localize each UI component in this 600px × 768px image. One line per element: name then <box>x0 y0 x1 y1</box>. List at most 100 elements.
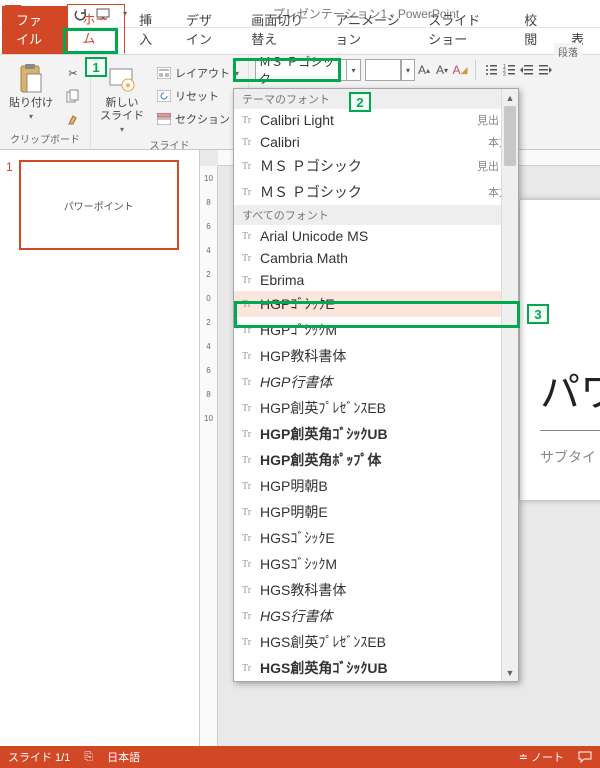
tab-review[interactable]: 校閲 <box>510 6 557 54</box>
tab-transition[interactable]: 画面切り替え <box>237 6 321 54</box>
truetype-icon: Tr <box>242 137 260 148</box>
slide-canvas[interactable]: パワー サブタイ <box>520 200 600 500</box>
paste-label: 貼り付け <box>9 97 53 110</box>
truetype-icon: Tr <box>242 507 260 518</box>
callout-3: 3 <box>527 304 549 324</box>
cut-button[interactable]: ✂ <box>62 63 84 83</box>
ruler-vertical: 1086420246810 <box>200 166 218 746</box>
font-option[interactable]: TrHGPｺﾞｼｯｸM <box>234 317 518 343</box>
truetype-icon: Tr <box>242 275 260 286</box>
font-option[interactable]: TrHGS教科書体 <box>234 577 518 603</box>
thumbnail-pane[interactable]: 1 パワーポイント <box>0 150 200 746</box>
font-option[interactable]: TrCalibri本文 <box>234 131 518 153</box>
tab-file[interactable]: ファイル <box>2 6 67 54</box>
truetype-icon: Tr <box>242 455 260 466</box>
status-slide[interactable]: スライド 1/1 <box>8 749 70 765</box>
bullets-button[interactable] <box>482 59 500 81</box>
section-button[interactable]: セクション▾ <box>153 109 242 129</box>
reset-button[interactable]: リセット <box>153 86 242 106</box>
decrease-indent-button[interactable] <box>518 59 536 81</box>
font-option[interactable]: TrHGP明朝E <box>234 499 518 525</box>
font-size-input[interactable] <box>365 59 401 81</box>
font-option[interactable]: TrHGP行書体 <box>234 369 518 395</box>
subtitle-placeholder[interactable]: サブタイ <box>520 431 600 467</box>
slide-thumbnail[interactable]: 1 パワーポイント <box>6 160 193 250</box>
callout-2: 2 <box>349 92 371 112</box>
truetype-icon: Tr <box>242 611 260 622</box>
font-option[interactable]: TrCambria Math <box>234 247 518 269</box>
grow-font-button[interactable]: A▴ <box>415 59 433 81</box>
truetype-icon: Tr <box>242 533 260 544</box>
truetype-icon: Tr <box>242 429 260 440</box>
tab-slideshow[interactable]: スライド ショー <box>414 6 510 54</box>
font-option[interactable]: TrHGS創英ﾌﾟﾚｾﾞﾝｽEB <box>234 629 518 655</box>
truetype-icon: Tr <box>242 231 260 242</box>
spellcheck-icon[interactable]: ⎘ <box>84 751 93 764</box>
font-dropdown-panel: テーマのフォント TrCalibri Light見出しTrCalibri本文Tr… <box>233 88 519 682</box>
font-option[interactable]: TrHGS創英角ｺﾞｼｯｸUB <box>234 655 518 681</box>
font-option[interactable]: TrＭＳ Ｐゴシック本文 <box>234 179 518 205</box>
truetype-icon: Tr <box>242 187 260 198</box>
font-name-dropdown-button[interactable]: ▾ <box>347 59 361 81</box>
truetype-icon: Tr <box>242 403 260 414</box>
font-option[interactable]: TrHGPｺﾞｼｯｸE <box>234 291 518 317</box>
font-option[interactable]: TrCalibri Light見出し <box>234 109 518 131</box>
truetype-icon: Tr <box>242 325 260 336</box>
chevron-down-icon: ▾ <box>352 66 356 75</box>
font-theme-header: テーマのフォント <box>234 89 518 109</box>
tab-home[interactable]: ホーム <box>67 4 125 54</box>
layout-button[interactable]: レイアウト▾ <box>153 63 242 83</box>
format-painter-button[interactable] <box>62 109 84 129</box>
paste-button[interactable]: 貼り付け ▾ <box>6 59 56 122</box>
paste-icon <box>15 63 47 95</box>
status-language[interactable]: 日本語 <box>107 749 140 765</box>
tab-animation[interactable]: アニメーション <box>321 6 414 54</box>
notes-button[interactable]: ≐ ノート <box>519 749 564 765</box>
truetype-icon: Tr <box>242 481 260 492</box>
group-slides: ✶ 新しい スライド ▾ レイアウト▾ リセット セクション▾ スライド <box>91 55 249 149</box>
truetype-icon: Tr <box>242 161 260 172</box>
layout-icon <box>156 65 172 81</box>
font-option[interactable]: TrHGP明朝B <box>234 473 518 499</box>
tab-insert[interactable]: 挿入 <box>125 6 172 54</box>
cut-icon: ✂ <box>65 65 81 81</box>
font-option[interactable]: TrEbrima <box>234 269 518 291</box>
scroll-down-icon[interactable]: ▼ <box>502 664 518 681</box>
numbering-button[interactable]: 123 <box>500 59 518 81</box>
font-option[interactable]: TrHGS行書体 <box>234 603 518 629</box>
font-option[interactable]: TrＭＳ Ｐゴシック見出し <box>234 153 518 179</box>
increase-indent-button[interactable] <box>536 59 554 81</box>
svg-text:3: 3 <box>503 72 506 77</box>
font-option[interactable]: TrHGP創英ﾌﾟﾚｾﾞﾝｽEB <box>234 395 518 421</box>
font-scrollbar[interactable]: ▲ ▼ <box>501 89 518 681</box>
font-name-input[interactable]: ＭＳ Ｐゴシック <box>255 59 347 81</box>
font-all-header: すべてのフォント <box>234 205 518 225</box>
truetype-icon: Tr <box>242 115 260 126</box>
font-option[interactable]: TrArial Unicode MS <box>234 225 518 247</box>
font-size-dropdown-button[interactable]: ▾ <box>401 59 415 81</box>
clear-format-button[interactable]: A◢ <box>451 59 469 81</box>
copy-icon <box>65 88 81 104</box>
thumb-preview: パワーポイント <box>19 160 179 250</box>
tab-design[interactable]: デザイン <box>172 6 237 54</box>
group-clipboard: 貼り付け ▾ ✂ クリップボード <box>0 55 91 149</box>
truetype-icon: Tr <box>242 663 260 674</box>
shrink-font-button[interactable]: A▾ <box>433 59 451 81</box>
font-option[interactable]: TrHGSｺﾞｼｯｸE <box>234 525 518 551</box>
comments-icon[interactable] <box>578 751 592 763</box>
scroll-up-icon[interactable]: ▲ <box>502 89 518 106</box>
new-slide-label: 新しい スライド <box>100 97 144 123</box>
truetype-icon: Tr <box>242 351 260 362</box>
font-option[interactable]: TrHGP教科書体 <box>234 343 518 369</box>
font-option[interactable]: TrHGP創英角ｺﾞｼｯｸUB <box>234 421 518 447</box>
scroll-thumb[interactable] <box>504 106 516 166</box>
brush-icon <box>65 111 81 127</box>
font-option[interactable]: TrHGSｺﾞｼｯｸM <box>234 551 518 577</box>
chevron-down-icon: ▾ <box>406 66 410 75</box>
copy-button[interactable] <box>62 86 84 106</box>
ribbon-tabs: ファイル ホーム 挿入 デザイン 画面切り替え アニメーション スライド ショー… <box>0 28 600 54</box>
thumb-number: 1 <box>6 160 13 250</box>
truetype-icon: Tr <box>242 559 260 570</box>
font-option[interactable]: TrHGP創英角ﾎﾟｯﾌﾟ体 <box>234 447 518 473</box>
callout-1: 1 <box>85 57 107 77</box>
